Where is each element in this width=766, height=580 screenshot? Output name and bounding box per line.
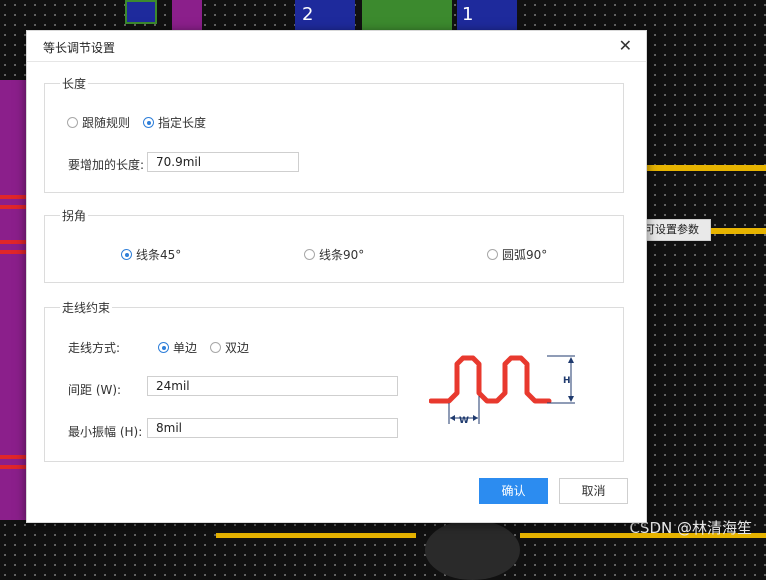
watermark: CSDN @林清海笙 xyxy=(629,519,752,537)
pcb-trace-yellow-right-2 xyxy=(711,228,766,234)
meander-trace xyxy=(429,355,552,404)
pcb-pad-purple-top xyxy=(172,0,202,30)
add-length-label: 要增加的长度: xyxy=(68,158,145,172)
w-arrow-right xyxy=(473,415,478,421)
cancel-button[interactable]: 取消 xyxy=(559,478,628,504)
dialog-title: 等长调节设置 xyxy=(43,41,116,55)
pcb-trace-yellow-bottom xyxy=(216,533,416,538)
amplitude-input[interactable] xyxy=(147,418,398,438)
pcb-red-trace-4 xyxy=(0,250,26,254)
length-group: 长度 跟随规则 指定长度 要增加的长度: xyxy=(44,75,624,193)
spacing-input[interactable] xyxy=(147,376,398,396)
pcb-pad-label-1: 1 xyxy=(462,4,474,25)
pcb-red-trace-1 xyxy=(0,195,26,199)
radio-follow-rule[interactable]: 跟随规则 xyxy=(67,114,130,131)
radio-arc-90-dot[interactable] xyxy=(487,249,498,260)
h-arrow-down xyxy=(568,396,574,402)
radio-double-side-label: 双边 xyxy=(225,341,250,355)
radio-single-side[interactable]: 单边 xyxy=(158,339,197,356)
radio-single-side-dot[interactable] xyxy=(158,342,169,353)
radio-line-90[interactable]: 线条90° xyxy=(304,246,364,263)
radio-single-side-label: 单边 xyxy=(173,341,198,355)
pcb-trace-yellow-right xyxy=(645,165,766,171)
pcb-purple-region xyxy=(0,80,26,520)
corner-group: 拐角 线条45° 线条90° 圆弧90° xyxy=(44,207,624,283)
radio-double-side-dot[interactable] xyxy=(210,342,221,353)
spacing-label: 间距 (W): xyxy=(68,383,122,397)
radio-follow-rule-label: 跟随规则 xyxy=(82,116,131,130)
radio-specified-length-label: 指定长度 xyxy=(158,116,207,130)
radio-line-90-label: 线条90° xyxy=(319,248,365,262)
radio-arc-90[interactable]: 圆弧90° xyxy=(487,246,547,263)
radio-double-side[interactable]: 双边 xyxy=(210,339,249,356)
h-dim-label: H xyxy=(563,376,571,386)
pcb-pad-green xyxy=(362,0,452,30)
radio-line-90-dot[interactable] xyxy=(304,249,315,260)
confirm-button[interactable]: 确认 xyxy=(479,478,548,504)
tooltip-settable-params: 可设置参数 xyxy=(640,219,711,241)
radio-specified-length[interactable]: 指定长度 xyxy=(143,114,206,131)
radio-line-45[interactable]: 线条45° xyxy=(121,246,181,263)
pcb-pad-small-blue xyxy=(125,0,157,24)
w-arrow-left xyxy=(450,415,455,421)
pcb-red-trace-3 xyxy=(0,240,26,244)
radio-line-45-dot[interactable] xyxy=(121,249,132,260)
corner-group-legend: 拐角 xyxy=(60,207,89,224)
routing-mode-label: 走线方式: xyxy=(68,341,121,355)
amplitude-label: 最小振幅 (H): xyxy=(68,425,143,439)
dialog-titlebar: 等长调节设置 ✕ xyxy=(27,31,646,62)
radio-line-45-label: 线条45° xyxy=(136,248,182,262)
close-icon[interactable]: ✕ xyxy=(619,36,632,55)
add-length-input[interactable] xyxy=(147,152,299,172)
pcb-red-trace-2 xyxy=(0,205,26,209)
radio-follow-rule-dot[interactable] xyxy=(67,117,78,128)
pcb-red-trace-6 xyxy=(0,465,26,469)
h-arrow-up xyxy=(568,357,574,363)
routing-constraint-group: 走线约束 走线方式: 单边 双边 间距 (W): 最小振幅 (H): H xyxy=(44,299,624,462)
pcb-pad-label-2: 2 xyxy=(302,4,314,25)
radio-arc-90-label: 圆弧90° xyxy=(502,248,548,262)
pcb-red-trace-5 xyxy=(0,455,26,459)
length-group-legend: 长度 xyxy=(60,75,89,92)
routing-group-legend: 走线约束 xyxy=(60,299,113,316)
pcb-round-pad xyxy=(425,520,520,580)
radio-specified-length-dot[interactable] xyxy=(143,117,154,128)
w-dim-label: W xyxy=(459,416,469,426)
length-tuning-dialog: 等长调节设置 ✕ 长度 跟随规则 指定长度 要增加的长度: 拐角 线条45° 线… xyxy=(26,30,647,523)
meander-diagram: H W xyxy=(429,355,575,426)
